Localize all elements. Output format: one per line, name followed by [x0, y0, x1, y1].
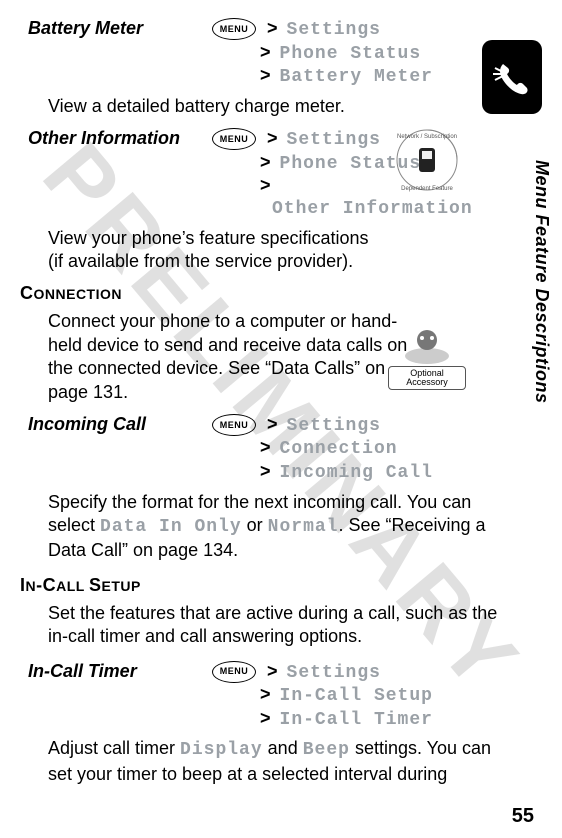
chevron-right-icon: > [260, 708, 271, 728]
option-data-in-only: Data In Only [100, 517, 242, 537]
section-heading-connection: CONNECTION [20, 283, 520, 304]
path-seg: In-Call Setup [280, 686, 433, 706]
entry-path-incoming-call: MENU > Settings > Connection > Incoming … [212, 414, 520, 485]
menu-key-icon: MENU [212, 661, 256, 683]
entry-path-other-information: MENU > Settings > Phone Status > Other I… [212, 128, 520, 220]
entry-in-call-timer: In-Call Timer MENU > Settings > In-Call … [20, 661, 520, 732]
entry-incoming-call: Incoming Call MENU > Settings > Connecti… [20, 414, 520, 485]
option-display: Display [180, 740, 263, 760]
option-beep: Beep [303, 740, 350, 760]
path-seg: Settings [287, 130, 381, 150]
chevron-right-icon: > [260, 437, 271, 457]
chevron-right-icon: > [267, 661, 278, 681]
chevron-right-icon: > [260, 684, 271, 704]
body-in-call-timer: Adjust call timer Display and Beep setti… [48, 737, 508, 786]
text: Adjust call timer [48, 738, 180, 758]
entry-label-incoming-call: Incoming Call [20, 414, 212, 435]
path-seg: Connection [280, 439, 398, 459]
menu-key-icon: MENU [212, 18, 256, 40]
page-number: 55 [512, 805, 534, 828]
body-other-info-1: View your phone’s feature specifications [48, 227, 448, 250]
path-seg: Settings [287, 20, 381, 40]
side-tab-phone [482, 40, 542, 114]
path-seg: Battery Meter [280, 67, 433, 87]
chevron-right-icon: > [260, 461, 271, 481]
entry-battery-meter: Battery Meter MENU > Settings > Phone St… [20, 18, 520, 89]
body-other-info-2: (if available from the service provider)… [48, 250, 448, 273]
menu-key-icon: MENU [212, 414, 256, 436]
chevron-right-icon: > [260, 65, 271, 85]
path-seg: Other Information [272, 199, 473, 219]
text: or [242, 515, 268, 535]
entry-path-in-call-timer: MENU > Settings > In-Call Setup > In-Cal… [212, 661, 520, 732]
chevron-right-icon: > [260, 175, 271, 195]
chevron-right-icon: > [267, 414, 278, 434]
body-in-call-setup: Set the features that are active during … [48, 602, 508, 649]
path-seg: Settings [287, 663, 381, 683]
body-connection: Connect your phone to a computer or hand… [48, 310, 418, 404]
path-seg: Incoming Call [280, 463, 433, 483]
option-normal: Normal [268, 517, 339, 537]
entry-label-in-call-timer: In-Call Timer [20, 661, 212, 682]
menu-key-icon: MENU [212, 128, 256, 150]
chevron-right-icon: > [260, 42, 271, 62]
body-incoming-call: Specify the format for the next incoming… [48, 491, 508, 563]
phone-icon [489, 54, 535, 100]
entry-label-other-information: Other Information [20, 128, 212, 149]
entry-other-information: Other Information MENU > Settings > Phon… [20, 128, 520, 220]
side-section-label: Menu Feature Descriptions [531, 160, 552, 404]
chevron-right-icon: > [267, 18, 278, 38]
path-seg: In-Call Timer [280, 710, 433, 730]
entry-label-battery-meter: Battery Meter [20, 18, 212, 39]
entry-path-battery-meter: MENU > Settings > Phone Status > Battery… [212, 18, 520, 89]
chevron-right-icon: > [260, 152, 271, 172]
path-seg: Settings [287, 416, 381, 436]
body-battery-meter: View a detailed battery charge meter. [48, 95, 448, 118]
text: and [263, 738, 303, 758]
chevron-right-icon: > [267, 128, 278, 148]
path-seg: Phone Status [280, 154, 422, 174]
section-heading-in-call-setup: IN-CALL SETUP [20, 575, 520, 596]
path-seg: Phone Status [280, 44, 422, 64]
